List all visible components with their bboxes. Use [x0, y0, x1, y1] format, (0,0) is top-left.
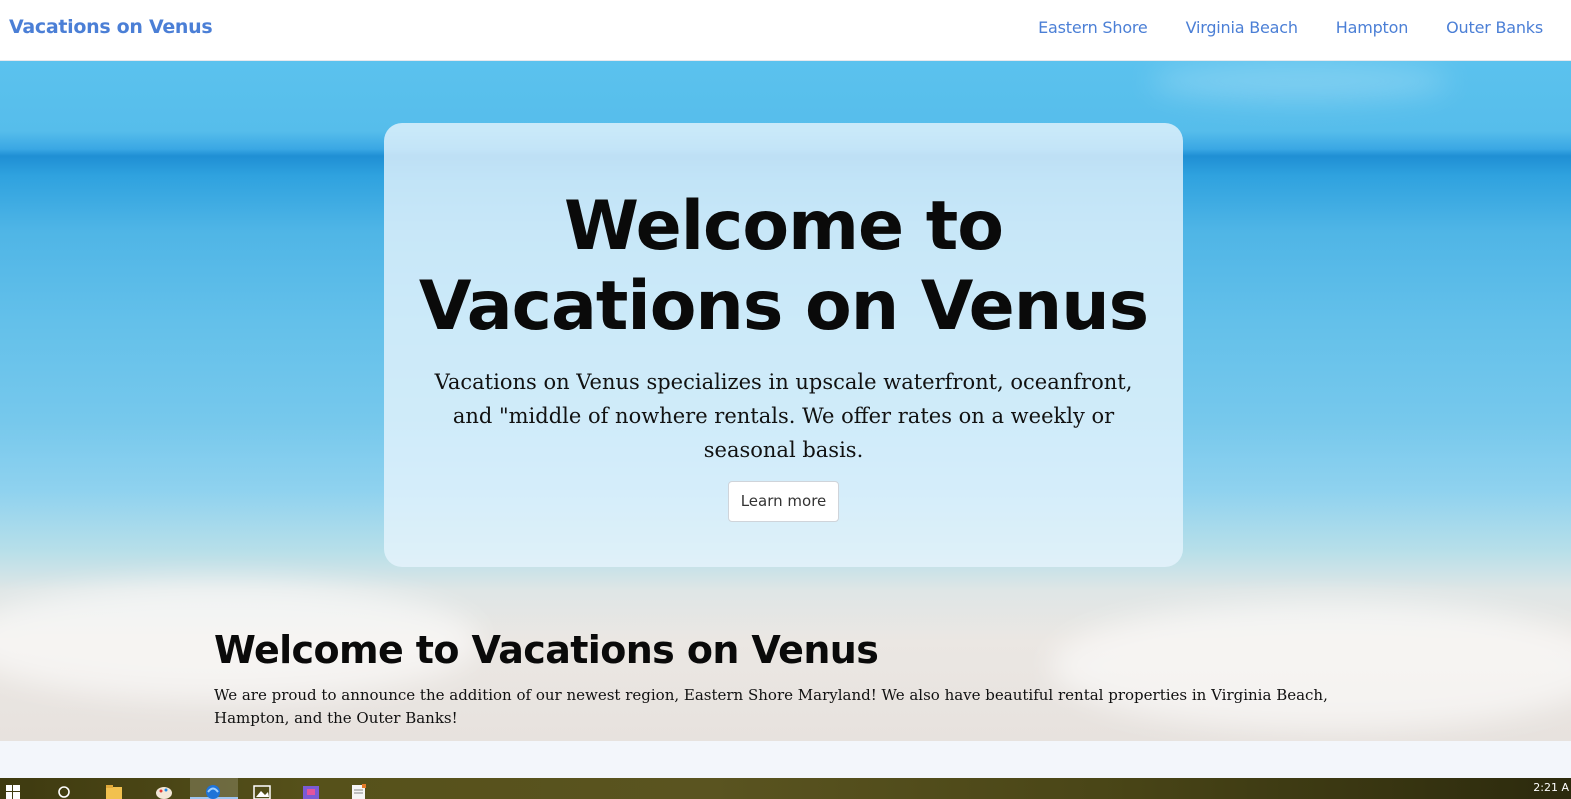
search-icon[interactable] [55, 782, 73, 799]
nav-link-virginia-beach[interactable]: Virginia Beach [1186, 18, 1298, 37]
hero-card: Welcome to Vacations on Venus Vacations … [384, 123, 1183, 567]
section-title: Welcome to Vacations on Venus [214, 628, 879, 672]
hero-description: Vacations on Venus specializes in upscal… [434, 370, 1133, 462]
notepad-icon[interactable] [350, 782, 368, 799]
hero-title-line1: Welcome to [564, 187, 1004, 266]
taskbar: 2:21 A [0, 778, 1571, 799]
paint-icon[interactable] [155, 782, 173, 799]
hero-title: Welcome to Vacations on Venus [384, 187, 1183, 347]
nav-link-hampton[interactable]: Hampton [1336, 18, 1409, 37]
store-icon[interactable] [302, 782, 320, 799]
section-text: We are proud to announce the addition of… [214, 686, 1328, 727]
taskbar-clock[interactable]: 2:21 A [1533, 781, 1569, 794]
foam-decoration [1150, 61, 1450, 101]
nav-links: Eastern Shore Virginia Beach Hampton Out… [1038, 18, 1543, 37]
learn-more-button[interactable]: Learn more [727, 481, 840, 522]
nav-link-outer-banks[interactable]: Outer Banks [1446, 18, 1543, 37]
nav-link-eastern-shore[interactable]: Eastern Shore [1038, 18, 1148, 37]
windows-start-icon[interactable] [4, 782, 22, 799]
navbar: Vacations on Venus Eastern Shore Virgini… [0, 0, 1571, 61]
hero-background: Welcome to Vacations on Venus Vacations … [0, 61, 1571, 741]
file-explorer-icon[interactable] [105, 782, 123, 799]
brand-link[interactable]: Vacations on Venus [9, 16, 213, 38]
browser-icon[interactable] [204, 782, 222, 799]
hero-title-line2: Vacations on Venus [418, 267, 1149, 346]
photos-icon[interactable] [253, 782, 271, 799]
